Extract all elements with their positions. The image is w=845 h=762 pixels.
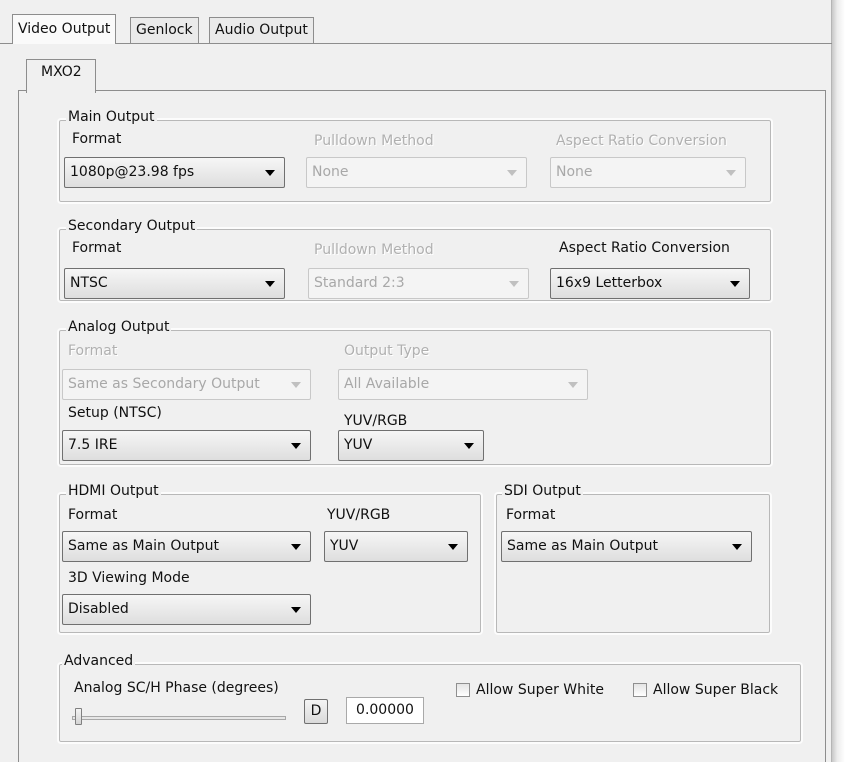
analog-output-type-value: All Available — [344, 376, 430, 392]
phase-input[interactable]: 0.00000 — [346, 697, 424, 724]
window-shadow — [832, 0, 845, 762]
secondary-pulldown-label: Pulldown Method — [314, 242, 434, 258]
main-format-value: 1080p@23.98 fps — [70, 164, 195, 180]
secondary-aspect-value: 16x9 Letterbox — [556, 275, 663, 291]
analog-format-value: Same as Secondary Output — [68, 376, 260, 392]
phase-slider-track[interactable] — [72, 716, 286, 720]
chevron-down-icon — [568, 382, 578, 388]
hdmi-yuvrgb-label: YUV/RGB — [327, 507, 391, 523]
tab-genlock[interactable]: Genlock — [130, 17, 199, 43]
tab-mxo2-label: MXO2 — [41, 64, 82, 80]
tab-video-output[interactable]: Video Output — [12, 14, 117, 44]
chevron-down-icon — [265, 170, 275, 176]
analog-output-type-select: All Available — [338, 369, 588, 400]
hdmi-3d-viewing-value: Disabled — [68, 601, 129, 617]
chevron-down-icon — [730, 281, 740, 287]
secondary-format-value: NTSC — [70, 275, 108, 291]
chevron-down-icon — [448, 544, 458, 550]
hdmi-3d-viewing-select[interactable]: Disabled — [62, 594, 311, 625]
chevron-down-icon — [265, 281, 275, 287]
secondary-pulldown-value: Standard 2:3 — [314, 275, 405, 291]
hdmi-format-value: Same as Main Output — [68, 538, 219, 554]
tab-audio-output-label: Audio Output — [215, 22, 308, 38]
allow-super-white-label[interactable]: Allow Super White — [476, 681, 604, 699]
chevron-down-icon — [509, 281, 519, 287]
chevron-down-icon — [291, 443, 301, 449]
allow-super-white-checkbox[interactable] — [456, 683, 470, 697]
sdi-format-label: Format — [506, 507, 556, 523]
secondary-aspect-select[interactable]: 16x9 Letterbox — [550, 268, 750, 299]
analog-yuvrgb-value: YUV — [344, 437, 373, 453]
sdi-format-select[interactable]: Same as Main Output — [501, 531, 752, 562]
chevron-down-icon — [726, 170, 736, 176]
hdmi-yuvrgb-value: YUV — [330, 538, 359, 554]
hdmi-format-label: Format — [68, 507, 118, 523]
analog-setup-value: 7.5 IRE — [68, 437, 118, 453]
phase-default-button[interactable]: D — [304, 699, 328, 724]
phase-slider-thumb[interactable] — [75, 708, 82, 725]
main-format-select[interactable]: 1080p@23.98 fps — [64, 157, 285, 188]
main-pulldown-select: None — [306, 157, 527, 188]
analog-setup-select[interactable]: 7.5 IRE — [62, 430, 311, 461]
main-aspect-value: None — [556, 164, 593, 180]
hdmi-format-select[interactable]: Same as Main Output — [62, 531, 311, 562]
main-pulldown-label: Pulldown Method — [314, 133, 434, 149]
chevron-down-icon — [732, 544, 742, 550]
main-aspect-select: None — [550, 157, 746, 188]
allow-super-black-checkbox[interactable] — [633, 683, 647, 697]
allow-super-black-label[interactable]: Allow Super Black — [653, 681, 778, 699]
main-output-legend: Main Output — [66, 109, 157, 125]
tab-audio-output[interactable]: Audio Output — [209, 17, 314, 43]
phase-label: Analog SC/H Phase (degrees) — [74, 680, 279, 696]
hdmi-3d-viewing-label: 3D Viewing Mode — [68, 570, 190, 586]
main-aspect-label: Aspect Ratio Conversion — [556, 133, 727, 149]
sdi-output-legend: SDI Output — [502, 483, 583, 499]
chevron-down-icon — [291, 544, 301, 550]
tab-mxo2[interactable]: MXO2 — [26, 59, 96, 93]
hdmi-output-legend: HDMI Output — [66, 483, 161, 499]
chevron-down-icon — [464, 443, 474, 449]
analog-format-label: Format — [68, 343, 118, 359]
tab-genlock-label: Genlock — [136, 22, 193, 38]
main-format-label: Format — [72, 131, 122, 147]
analog-yuvrgb-select[interactable]: YUV — [338, 430, 484, 461]
chevron-down-icon — [291, 607, 301, 613]
tabs-divider — [0, 43, 832, 44]
main-pulldown-value: None — [312, 164, 349, 180]
advanced-group — [57, 662, 803, 744]
hdmi-yuvrgb-select[interactable]: YUV — [324, 531, 468, 562]
analog-output-legend: Analog Output — [66, 319, 172, 335]
analog-setup-label: Setup (NTSC) — [68, 405, 162, 421]
analog-yuvrgb-label: YUV/RGB — [344, 413, 408, 429]
secondary-output-legend: Secondary Output — [66, 218, 198, 234]
secondary-format-select[interactable]: NTSC — [64, 268, 285, 299]
chevron-down-icon — [291, 382, 301, 388]
sdi-format-value: Same as Main Output — [507, 538, 658, 554]
tab-video-output-label: Video Output — [18, 21, 111, 37]
chevron-down-icon — [507, 170, 517, 176]
secondary-pulldown-select: Standard 2:3 — [308, 268, 529, 299]
analog-output-type-label: Output Type — [344, 343, 430, 359]
secondary-format-label: Format — [72, 240, 122, 256]
advanced-legend: Advanced — [62, 653, 136, 669]
secondary-aspect-label: Aspect Ratio Conversion — [559, 240, 730, 256]
analog-format-select: Same as Secondary Output — [62, 369, 311, 400]
